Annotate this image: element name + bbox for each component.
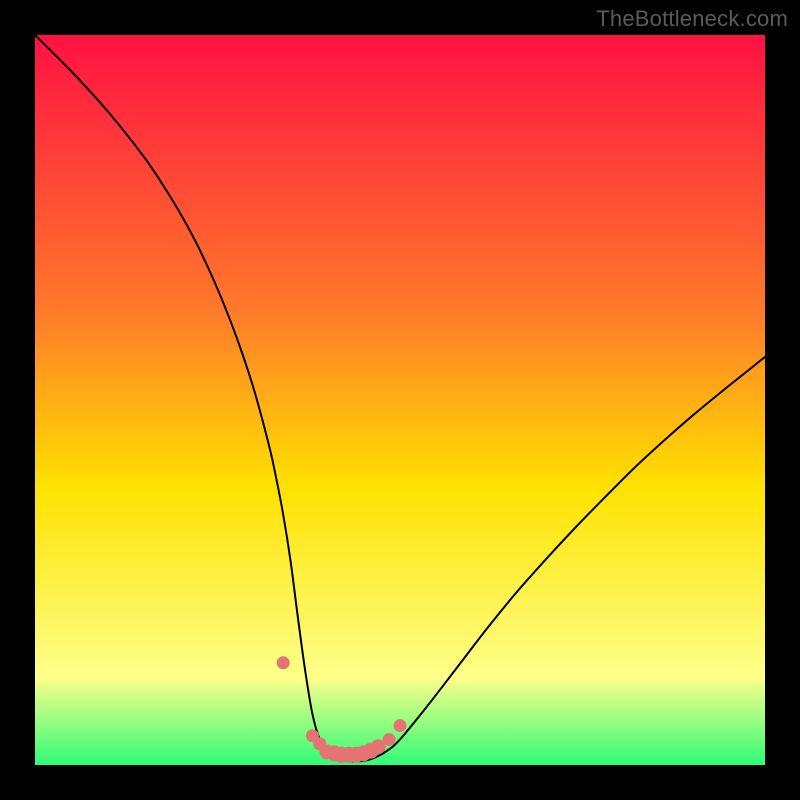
curve-marker [394,719,407,732]
plot-gradient-bg [35,35,765,765]
watermark-text: TheBottleneck.com [596,6,788,32]
curve-marker [383,733,396,746]
curve-marker [277,656,290,669]
chart-frame: { "watermark": "TheBottleneck.com", "col… [0,0,800,800]
bottleneck-chart [0,0,800,800]
